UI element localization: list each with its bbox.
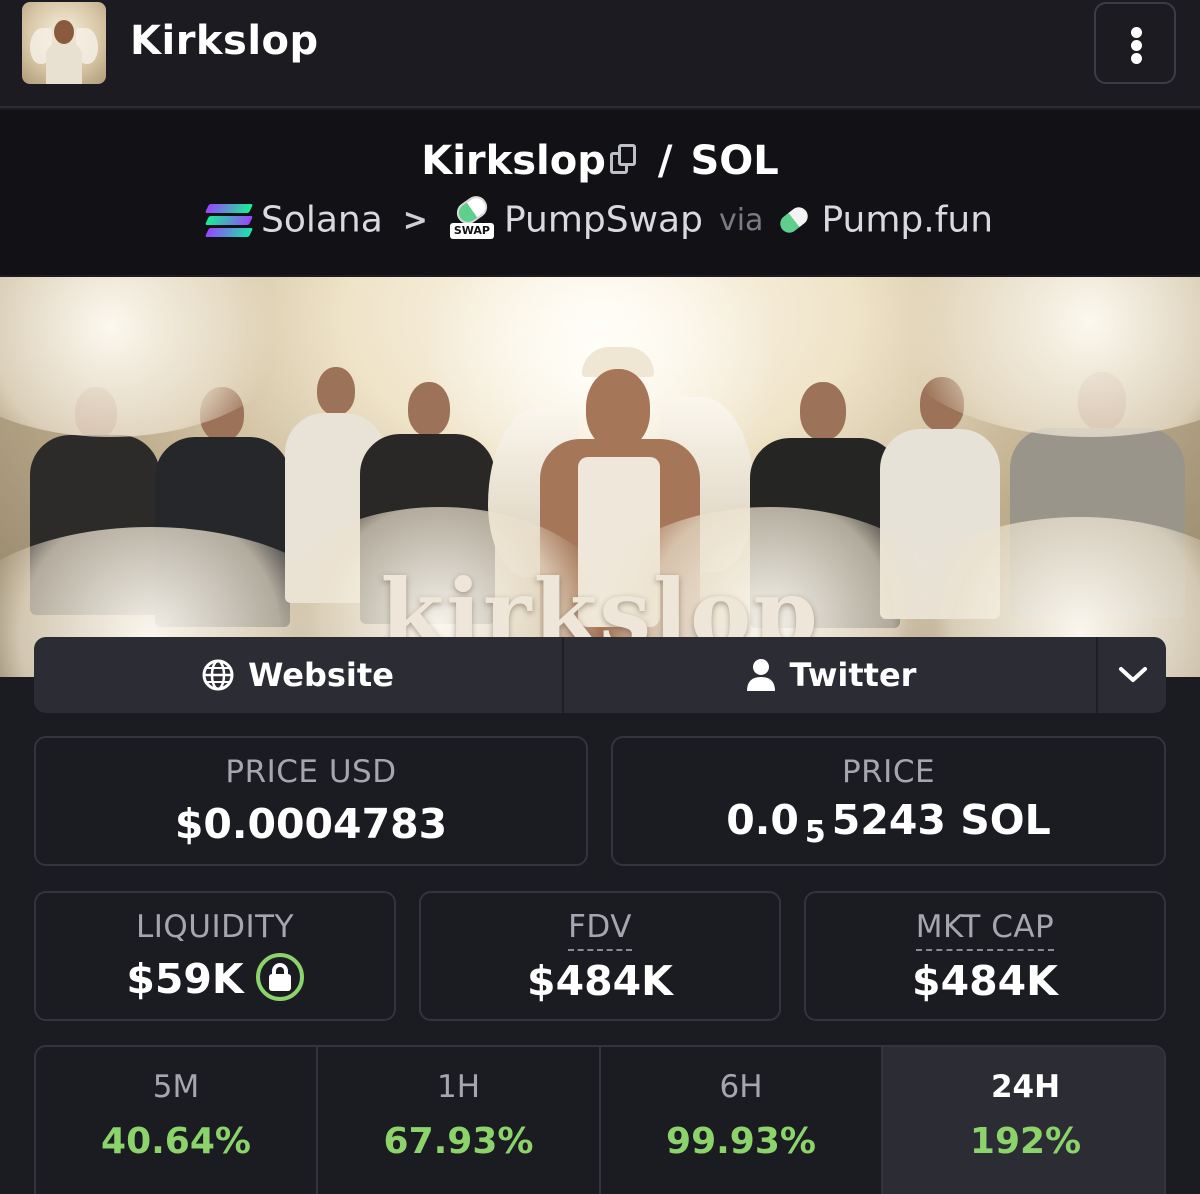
pair-quote: SOL [690,138,779,184]
solana-icon [204,202,254,238]
tab-label: 24H [990,1069,1061,1105]
price-change-tabs: 5M 40.64% 1H 67.93% 6H 99.93% 24H 192% [34,1045,1166,1194]
pumpfun-icon [777,203,812,237]
liquidity-card: LIQUIDITY $59K [34,891,396,1021]
tab-5m[interactable]: 5M 40.64% [36,1047,318,1194]
mkt-cap-card[interactable]: MKT CAP $484K [804,891,1166,1021]
price-change-value: 192% [969,1121,1082,1162]
token-title: Kirkslop [130,18,319,64]
chain-breadcrumb: Solana > SWAP PumpSwap via Pump.fun [0,191,1200,241]
tab-label: 1H [436,1069,481,1105]
price-change-value: 99.93% [666,1121,816,1162]
price-native-card: PRICE 0.0 5 5243 SOL [611,736,1166,866]
price-zero-count: 5 [804,815,826,850]
price-native-value: 0.0 5 5243 SOL [613,796,1164,850]
avatar-figure-head [54,20,74,44]
top-bar: Kirkslop [0,0,1200,108]
price-usd-card: PRICE USD $0.0004783 [34,736,588,866]
liquidity-label: LIQUIDITY [135,909,295,945]
kebab-menu-button[interactable] [1094,2,1176,84]
price-usd-label: PRICE USD [225,754,397,790]
price-native-label: PRICE [841,754,936,790]
launchpad-name[interactable]: Pump.fun [821,200,993,241]
dex-name[interactable]: PumpSwap [504,200,703,241]
price-usd-value: $0.0004783 [174,800,448,848]
globe-icon [202,659,234,691]
pair-header: Kirkslop / SOL Solana > SWAP PumpSwap via Pump.… [0,110,1200,275]
price-digits: 5243 [831,796,946,844]
pumpswap-icon: SWAP [449,191,494,241]
tab-24h[interactable]: 24H 192% [883,1047,1164,1194]
via-label: via [718,202,764,238]
price-change-value: 67.93% [383,1121,534,1162]
fdv-label: FDV [568,909,632,951]
mkt-cap-label: MKT CAP [915,909,1055,951]
twitter-label: Twitter [789,656,917,694]
twitter-button[interactable]: Twitter [566,637,1098,713]
kebab-menu-icon-dot [1131,53,1142,64]
user-icon [746,659,775,691]
tab-6h[interactable]: 6H 99.93% [601,1047,883,1194]
copy-icon[interactable] [609,144,640,178]
mkt-cap-label-wrap: MKT CAP [806,909,1164,951]
more-links-button[interactable] [1100,637,1166,713]
fdv-label-wrap: FDV [421,909,779,951]
pair-separator: / [657,138,673,184]
kebab-menu-icon [1131,27,1142,38]
website-label: Website [248,656,394,694]
tab-label: 5M [152,1069,200,1105]
tab-label: 6H [719,1069,763,1105]
chain-name[interactable]: Solana [261,200,383,241]
website-button[interactable]: Website [34,637,564,713]
kebab-menu-icon-dot [1131,40,1142,51]
tab-1h[interactable]: 1H 67.93% [318,1047,601,1194]
pair-base: Kirkslop [421,138,606,184]
fdv-card[interactable]: FDV $484K [419,891,781,1021]
avatar-figure-body [46,42,82,84]
price-unit: SOL [960,796,1051,844]
liquidity-value: $59K [126,955,244,1003]
liquidity-value-row: $59K [36,953,394,1003]
pair-title: Kirkslop / SOL [0,138,1200,184]
price-prefix: 0.0 [726,796,799,844]
lock-icon[interactable] [255,953,304,1001]
price-change-value: 40.64% [101,1121,251,1162]
token-avatar[interactable] [22,2,106,84]
chevron-down-icon [1119,667,1147,682]
social-links-bar: Website Twitter [34,637,1166,713]
token-banner-image: kirkslop [0,277,1200,677]
pumpswap-badge: SWAP [449,223,494,239]
chevron-right-icon: > [402,202,428,238]
mkt-cap-value: $484K [912,957,1058,1005]
fdv-value: $484K [527,957,673,1005]
